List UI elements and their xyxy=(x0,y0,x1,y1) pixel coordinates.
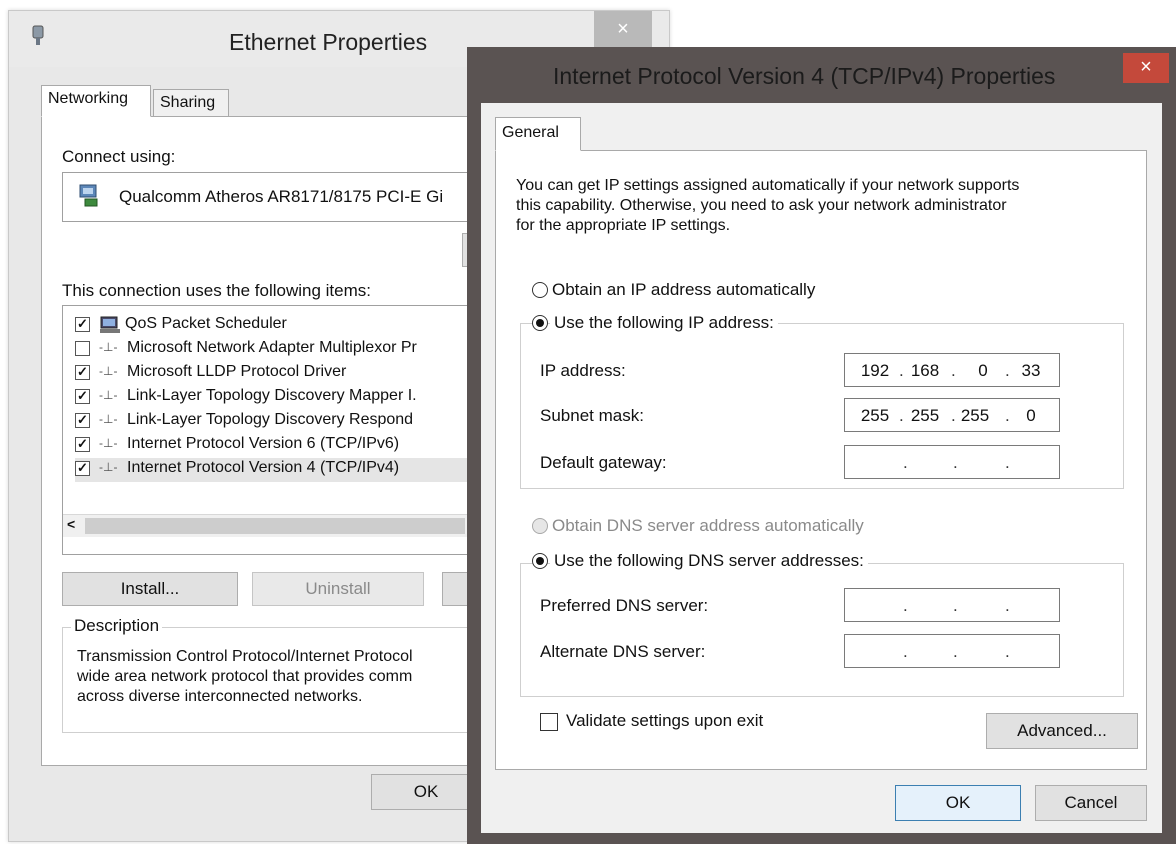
protocol-icon: -⊥- xyxy=(99,364,118,378)
ethernet-ok-button[interactable]: OK xyxy=(371,774,481,810)
intro-line: this capability. Otherwise, you need to … xyxy=(516,197,1007,214)
tab-general[interactable]: General xyxy=(495,117,581,151)
protocol-icon: -⊥- xyxy=(99,340,118,354)
use-following-dns-label[interactable]: Use the following DNS server addresses: xyxy=(550,551,868,571)
description-line: Transmission Control Protocol/Internet P… xyxy=(77,648,413,665)
subnet-mask-input[interactable]: 255 . 255 . 255 . 0 xyxy=(844,398,1060,432)
subnet-mask-label: Subnet mask: xyxy=(540,406,644,425)
item-checkbox[interactable]: ✓ xyxy=(75,437,90,452)
alternate-dns-input[interactable]: . . . xyxy=(844,634,1060,668)
use-following-ip-label[interactable]: Use the following IP address: xyxy=(550,313,778,333)
obtain-dns-auto-label[interactable]: Obtain DNS server address automatically xyxy=(552,516,864,536)
ipv4-close-button[interactable]: × xyxy=(1123,53,1169,83)
item-checkbox[interactable]: ✓ xyxy=(75,461,90,476)
item-label: Microsoft Network Adapter Multiplexor Pr xyxy=(127,339,417,356)
adapter-name: Qualcomm Atheros AR8171/8175 PCI-E Gi xyxy=(119,187,444,206)
intro-line: You can get IP settings assigned automat… xyxy=(516,177,1020,194)
item-label: QoS Packet Scheduler xyxy=(125,315,287,332)
item-checkbox[interactable] xyxy=(75,341,90,356)
network-adapter-icon xyxy=(32,25,44,45)
item-checkbox[interactable]: ✓ xyxy=(75,365,90,380)
scroll-thumb[interactable] xyxy=(85,518,465,534)
ipv4-window-title: Internet Protocol Version 4 (TCP/IPv4) P… xyxy=(553,63,1056,89)
item-label: Internet Protocol Version 4 (TCP/IPv4) xyxy=(127,459,400,476)
item-label: Link-Layer Topology Discovery Mapper I. xyxy=(127,387,417,404)
item-label: Link-Layer Topology Discovery Respond xyxy=(127,411,414,428)
tab-networking[interactable]: Networking xyxy=(41,85,151,117)
protocol-icon: -⊥- xyxy=(99,388,118,402)
obtain-dns-auto-radio[interactable] xyxy=(532,518,548,534)
description-line: wide area network protocol that provides… xyxy=(77,668,413,685)
item-checkbox[interactable]: ✓ xyxy=(75,413,90,428)
ethernet-close-button[interactable]: × xyxy=(594,11,652,49)
ip-address-input[interactable]: 192 . 168 . 0 . 33 xyxy=(844,353,1060,387)
ethernet-window-title: Ethernet Properties xyxy=(229,29,428,55)
validate-checkbox[interactable] xyxy=(540,713,558,731)
install-button[interactable]: Install... xyxy=(62,572,238,606)
ipv4-dialog-body: General You can get IP settings assigned… xyxy=(481,103,1162,833)
dns-group xyxy=(520,563,1124,697)
description-legend: Description xyxy=(71,616,163,636)
scroll-left-icon[interactable]: < xyxy=(67,516,75,532)
obtain-ip-auto-label[interactable]: Obtain an IP address automatically xyxy=(552,280,815,300)
item-label: Internet Protocol Version 6 (TCP/IPv6) xyxy=(127,435,400,452)
ipv4-properties-window: Internet Protocol Version 4 (TCP/IPv4) P… xyxy=(467,47,1176,844)
advanced-button[interactable]: Advanced... xyxy=(986,713,1138,749)
network-card-icon xyxy=(79,184,98,207)
tab-sharing[interactable]: Sharing xyxy=(153,89,229,117)
item-checkbox[interactable]: ✓ xyxy=(75,317,90,332)
item-checkbox[interactable]: ✓ xyxy=(75,389,90,404)
network-service-icon xyxy=(100,316,120,333)
use-following-dns-radio[interactable] xyxy=(532,553,548,569)
connect-using-label: Connect using: xyxy=(62,147,176,166)
intro-line: for the appropriate IP settings. xyxy=(516,217,731,234)
protocol-icon: -⊥- xyxy=(99,436,118,450)
protocol-icon: -⊥- xyxy=(99,460,118,474)
default-gateway-input[interactable]: . . . xyxy=(844,445,1060,479)
ip-address-label: IP address: xyxy=(540,361,626,380)
uninstall-button[interactable]: Uninstall xyxy=(252,572,424,606)
default-gateway-label: Default gateway: xyxy=(540,453,667,472)
ipv4-ok-button[interactable]: OK xyxy=(895,785,1021,821)
item-label: Microsoft LLDP Protocol Driver xyxy=(127,363,347,380)
protocol-icon: -⊥- xyxy=(99,412,118,426)
general-panel: You can get IP settings assigned automat… xyxy=(495,150,1147,770)
validate-label[interactable]: Validate settings upon exit xyxy=(566,711,763,731)
obtain-ip-auto-radio[interactable] xyxy=(532,282,548,298)
description-line: across diverse interconnected networks. xyxy=(77,688,363,705)
alternate-dns-label: Alternate DNS server: xyxy=(540,642,706,661)
preferred-dns-input[interactable]: . . . xyxy=(844,588,1060,622)
ipv4-cancel-button[interactable]: Cancel xyxy=(1035,785,1147,821)
use-following-ip-radio[interactable] xyxy=(532,315,548,331)
preferred-dns-label: Preferred DNS server: xyxy=(540,596,709,615)
items-label: This connection uses the following items… xyxy=(62,281,371,300)
